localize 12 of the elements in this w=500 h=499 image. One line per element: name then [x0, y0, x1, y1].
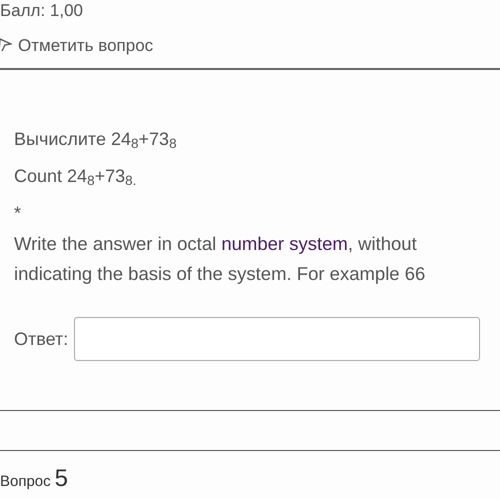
question-label: Вопрос: [0, 472, 51, 492]
number-system-link[interactable]: number system: [221, 233, 348, 254]
flag-question-button[interactable]: Отметить вопрос: [0, 35, 154, 57]
score-text: Балл: 1,00: [0, 0, 83, 22]
answer-label: Ответ:: [14, 328, 68, 350]
question-number: 5: [54, 464, 68, 494]
flag-icon: [0, 38, 12, 54]
answer-field[interactable]: [74, 317, 480, 361]
question-text: *: [14, 202, 22, 224]
question-text: Count 24$_{8}$+73$_{8.}$: [14, 165, 136, 187]
question-text: Вычислите 24$_{8}$+73$_{8}$: [14, 128, 177, 150]
instruction-text: Write the answer in octal number system, without indicating the basis of the system. For example 66: [14, 232, 426, 286]
